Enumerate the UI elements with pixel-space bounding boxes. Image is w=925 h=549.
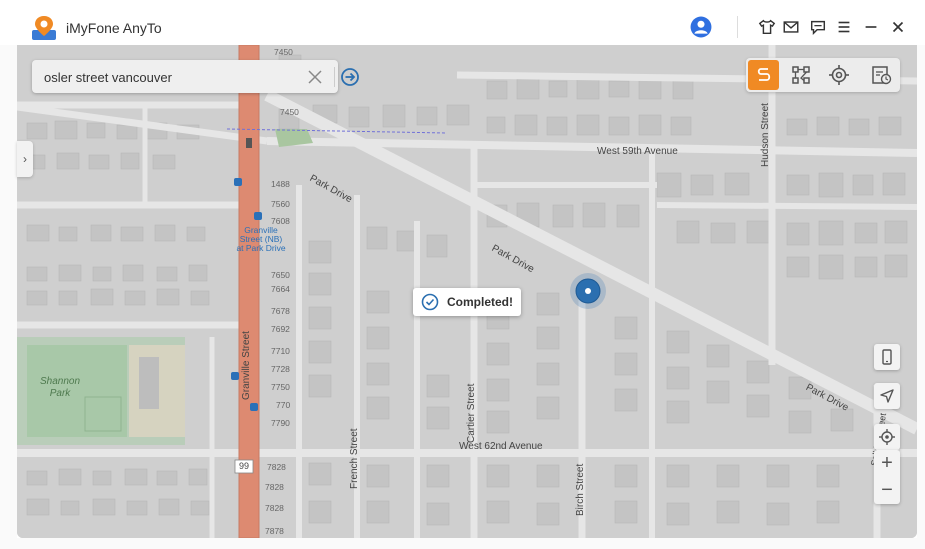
multi-spot-route-button[interactable] (785, 60, 816, 90)
house-number: 7710 (271, 346, 290, 356)
minus-icon: − (881, 479, 893, 501)
street-label-hudson: Hudson Street (760, 103, 771, 167)
street-label-cartier: Cartier Street (466, 383, 477, 443)
toolbar-divider (737, 16, 738, 38)
zoom-in-button[interactable]: + (874, 450, 900, 477)
two-spot-route-icon (757, 68, 770, 81)
search-divider (334, 67, 335, 87)
house-number: 7692 (271, 324, 290, 334)
check-circle-icon (421, 293, 439, 311)
history-icon (871, 66, 891, 85)
minimize-icon[interactable] (860, 16, 882, 38)
house-number: 7750 (271, 382, 290, 392)
navigate-arrow-icon (880, 389, 894, 403)
user-avatar-icon[interactable] (690, 16, 712, 38)
search-box (32, 60, 359, 93)
window-right-edge (917, 45, 925, 549)
house-number: 7828 (265, 503, 284, 513)
house-number: 7828 (265, 482, 284, 492)
house-number: 7650 (271, 270, 290, 280)
toast-text: Completed! (447, 295, 513, 309)
window-left-edge (0, 45, 17, 549)
house-number: 770 (276, 400, 291, 410)
app-window: iMyFone AnyTo West 59th Avenue West 62nd… (0, 0, 925, 549)
completed-toast: Completed! (413, 288, 521, 316)
tshirt-icon[interactable] (756, 16, 778, 38)
search-go-icon[interactable] (340, 67, 360, 87)
teleport-icon (828, 65, 849, 85)
street-label-french: French Street (349, 428, 360, 489)
house-number: 7664 (271, 284, 290, 294)
menu-icon[interactable] (833, 16, 855, 38)
street-label-birch: Birch Street (575, 463, 586, 516)
house-number: 7878 (265, 526, 284, 536)
close-icon[interactable] (887, 16, 909, 38)
street-label-granville: Granville Street (241, 331, 252, 400)
house-number: 1488 (271, 179, 290, 189)
search-input[interactable] (44, 68, 274, 86)
two-spot-route-button[interactable] (748, 60, 779, 90)
transit-stop-label: Granville Street (NB) at Park Drive (236, 225, 286, 253)
house-number: 7790 (271, 418, 290, 428)
sidebar-toggle-button[interactable]: › (17, 141, 33, 177)
locate-me-button[interactable] (874, 424, 900, 450)
history-button[interactable] (865, 60, 896, 90)
title-bar: iMyFone AnyTo (0, 0, 925, 45)
mail-icon[interactable] (780, 16, 802, 38)
navigate-button[interactable] (874, 383, 900, 409)
clear-icon[interactable] (306, 68, 324, 86)
teleport-button[interactable] (823, 60, 854, 90)
plus-icon: + (881, 452, 893, 474)
street-label-w59: West 59th Avenue (597, 146, 678, 157)
house-number: 7678 (271, 306, 290, 316)
house-number: 7728 (271, 364, 290, 374)
route-shield: 99 (238, 461, 249, 471)
zoom-controls: + − (874, 450, 900, 504)
app-title: iMyFone AnyTo (66, 20, 162, 36)
zoom-out-button[interactable]: − (874, 477, 900, 504)
crosshair-icon (879, 429, 895, 445)
multi-spot-route-icon (791, 66, 810, 84)
house-number: 7450 (280, 107, 299, 117)
app-logo-icon (32, 16, 56, 40)
house-number: 7560 (271, 199, 290, 209)
phone-icon (882, 349, 892, 365)
house-number: 7828 (267, 462, 286, 472)
device-button[interactable] (874, 344, 900, 370)
location-marker[interactable] (569, 272, 607, 310)
window-bottom-edge (0, 538, 925, 549)
chat-icon[interactable] (807, 16, 829, 38)
chevron-right-icon: › (23, 152, 27, 166)
house-number: 7608 (271, 216, 290, 226)
house-number: 7450 (274, 47, 293, 57)
park-label: Shannon Park (39, 376, 81, 399)
mode-toolbar (746, 58, 900, 92)
